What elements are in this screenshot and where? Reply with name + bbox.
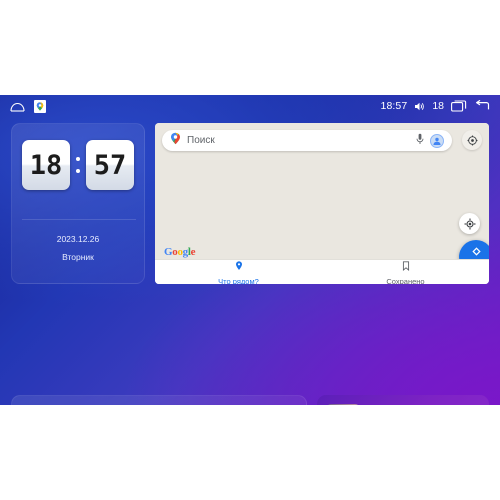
tab-saved-label: Сохранено [386, 277, 425, 284]
volume-level: 18 [432, 100, 444, 112]
music-widget[interactable]: Наименование песни Наименование певца [317, 395, 489, 405]
status-time: 18:57 [380, 100, 408, 112]
map-pin-icon [170, 132, 181, 150]
clock-minutes: 57 [86, 140, 134, 190]
volume-icon[interactable] [414, 101, 425, 112]
map-widget[interactable]: Поиск Google Что рядом? Сохранено [155, 123, 489, 284]
account-avatar-icon[interactable] [430, 133, 444, 148]
tab-saved[interactable]: Сохранено [322, 258, 489, 284]
clock-hours: 18 [22, 140, 70, 190]
bookmark-icon [402, 258, 410, 276]
home-screen: 18:57 18 18 57 2023.12.26 Вторник Поиск … [0, 95, 500, 405]
apps-dock: Меню Карты FM [11, 395, 307, 405]
microphone-icon[interactable] [416, 132, 424, 150]
my-location-icon[interactable] [459, 213, 480, 234]
flip-clock: 18 57 [12, 140, 144, 190]
recent-apps-icon[interactable] [451, 100, 467, 112]
home-icon[interactable] [10, 102, 25, 112]
search-input[interactable]: Поиск [187, 135, 410, 146]
tab-nearby[interactable]: Что рядом? [155, 258, 322, 284]
clock-weekday: Вторник [62, 252, 94, 262]
search-bar[interactable]: Поиск [162, 130, 452, 151]
map-settings-icon[interactable] [462, 130, 482, 150]
tab-nearby-label: Что рядом? [218, 277, 259, 284]
back-icon[interactable] [474, 100, 490, 112]
maps-notification-icon[interactable] [34, 99, 46, 113]
clock-widget[interactable]: 18 57 2023.12.26 Вторник [11, 123, 145, 284]
status-bar: 18:57 18 [0, 95, 500, 117]
google-logo: Google [164, 246, 196, 258]
clock-date: 2023.12.26 [56, 234, 100, 244]
album-art [326, 404, 360, 405]
map-bottom-tabs: Что рядом? Сохранено [155, 259, 489, 284]
location-pin-icon [235, 258, 243, 276]
clock-colon [73, 157, 83, 173]
clock-divider [22, 219, 136, 220]
